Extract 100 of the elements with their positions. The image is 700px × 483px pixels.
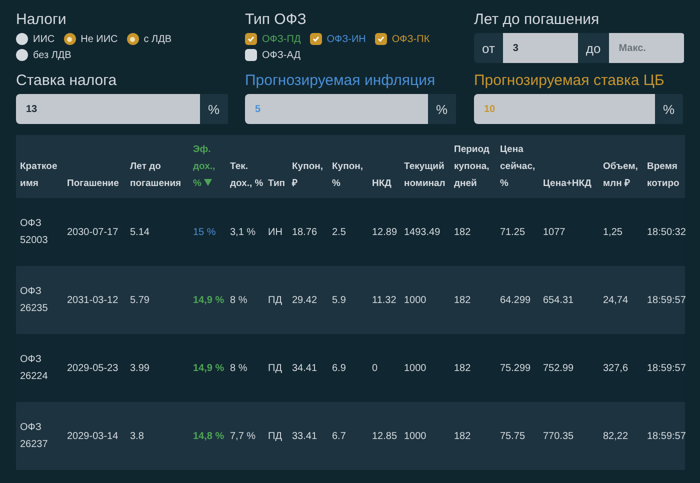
column-header[interactable]: Период купона, дней — [450, 135, 496, 198]
table-cell: 1077 — [539, 198, 599, 266]
table-cell: 14,9 % — [189, 334, 226, 402]
column-header[interactable]: Цена+НКД — [539, 135, 599, 198]
column-header[interactable]: Время котиро — [643, 135, 685, 198]
column-header[interactable]: Эф. дох., % — [189, 135, 226, 198]
check-icon — [376, 35, 385, 43]
table-cell: 2029-03-14 — [63, 402, 126, 470]
column-header[interactable]: Объем, млн ₽ — [599, 135, 643, 198]
table-cell: 752.99 — [539, 334, 599, 402]
column-header[interactable]: Тек. дох., % — [226, 135, 264, 198]
table-cell: ОФЗ 26235 — [16, 266, 63, 334]
table-cell: 2029-05-23 — [63, 334, 126, 402]
table-cell: ОФЗ 26237 — [16, 402, 63, 470]
checkbox[interactable] — [245, 33, 257, 45]
table-cell: 3.99 — [126, 334, 189, 402]
to-field[interactable]: Макс. — [608, 33, 684, 63]
table-cell: 34.41 — [288, 334, 328, 402]
check-icon — [312, 35, 320, 43]
table-cell: 5.79 — [126, 266, 189, 334]
table-cell: ПД — [264, 334, 288, 402]
rate-field[interactable]: 13 — [16, 94, 200, 124]
table-cell: 6.7 — [328, 402, 368, 470]
to-label: до — [578, 33, 609, 63]
table-cell: 5.9 — [328, 266, 368, 334]
radio-option[interactable]: Не ИИС — [64, 33, 118, 45]
table-cell: 18:59:57 — [643, 402, 685, 470]
from-field[interactable]: 3 — [502, 33, 578, 63]
checkbox-option[interactable]: ОФЗ-АД — [245, 49, 301, 61]
radio-button[interactable] — [64, 33, 76, 45]
table-cell: 2030-07-17 — [63, 198, 126, 266]
column-header[interactable]: НКД — [368, 135, 400, 198]
column-header[interactable]: Краткое имя — [16, 135, 63, 198]
table-cell: 75.299 — [496, 334, 539, 402]
table-cell: ИН — [264, 198, 288, 266]
table-cell: 71.25 — [496, 198, 539, 266]
unit-label: % — [200, 94, 228, 124]
table-cell: 18:59:57 — [643, 334, 685, 402]
checkbox-option[interactable]: ОФЗ-ПД — [245, 33, 301, 45]
column-header[interactable]: Погашение — [63, 135, 126, 198]
table-cell: 770.35 — [539, 402, 599, 470]
table-cell: 24,74 — [599, 266, 643, 334]
sort-down-icon — [204, 179, 212, 186]
column-header[interactable]: Тип — [264, 135, 288, 198]
table-cell: 18:59:57 — [643, 266, 685, 334]
radio-button[interactable] — [126, 33, 139, 45]
table-cell: 3.8 — [126, 402, 189, 470]
section-title: Прогнозируемая ставка ЦБ — [474, 71, 664, 90]
table-cell: ПД — [264, 266, 288, 334]
table-cell: 182 — [450, 402, 496, 470]
table-cell: 8 % — [226, 266, 264, 334]
radio-option[interactable]: без ЛДВ — [16, 49, 72, 61]
checkbox[interactable] — [374, 33, 387, 45]
table-cell: 64.299 — [496, 266, 539, 334]
section-title: Тип ОФЗ — [245, 10, 306, 29]
checkbox[interactable] — [310, 33, 322, 45]
radio-option[interactable]: с ЛДВ — [126, 33, 172, 45]
table-cell: 14,8 % — [189, 402, 226, 470]
table-cell: 3,1 % — [226, 198, 264, 266]
column-header[interactable]: Купон, % — [328, 135, 368, 198]
section-title: Налоги — [16, 10, 66, 29]
table-cell: 11.32 — [368, 266, 400, 334]
from-label: от — [474, 33, 503, 63]
table-cell: 29.42 — [288, 266, 328, 334]
table-cell: ПД — [264, 402, 288, 470]
table-cell: 82,22 — [599, 402, 643, 470]
checkbox[interactable] — [245, 49, 257, 61]
unit-label: % — [428, 94, 456, 124]
table-cell: 12.85 — [368, 402, 400, 470]
radio-button[interactable] — [16, 49, 28, 61]
table-cell: 1493.49 — [400, 198, 450, 266]
table-cell: ОФЗ 52003 — [16, 198, 63, 266]
column-header[interactable]: Текущий номинал — [400, 135, 450, 198]
table-cell: 182 — [450, 266, 496, 334]
radio-option[interactable]: ИИС — [16, 33, 55, 45]
checkbox-option[interactable]: ОФЗ-ИН — [310, 33, 366, 45]
unit-label: % — [655, 94, 683, 124]
table-cell: 18:50:32 — [643, 198, 685, 266]
table-cell: 14,9 % — [189, 266, 226, 334]
section-title: Лет до погашения — [474, 10, 600, 29]
section-title: Прогнозируемая инфляция — [245, 71, 436, 90]
table-cell: 6.9 — [328, 334, 368, 402]
table-cell: 654.31 — [539, 266, 599, 334]
column-header[interactable]: Купон, ₽ — [288, 135, 328, 198]
table-cell: 1000 — [400, 334, 450, 402]
table-cell: 2031-03-12 — [63, 266, 126, 334]
radio-button[interactable] — [16, 33, 28, 45]
table-cell: 18.76 — [288, 198, 328, 266]
table-cell: 75.75 — [496, 402, 539, 470]
table-cell: 1000 — [400, 266, 450, 334]
table-cell: ОФЗ 26224 — [16, 334, 63, 402]
table-cell: 15 % — [189, 198, 226, 266]
column-header[interactable]: Лет до погашения — [126, 135, 189, 198]
table-cell: 1,25 — [599, 198, 643, 266]
table-cell: 1000 — [400, 402, 450, 470]
table-cell: 7,7 % — [226, 402, 264, 470]
column-header[interactable]: Цена сейчас, % — [496, 135, 539, 198]
table-cell: 0 — [368, 334, 400, 402]
section-title: Ставка налога — [16, 71, 117, 90]
checkbox-option[interactable]: ОФЗ-ПК — [374, 33, 430, 45]
